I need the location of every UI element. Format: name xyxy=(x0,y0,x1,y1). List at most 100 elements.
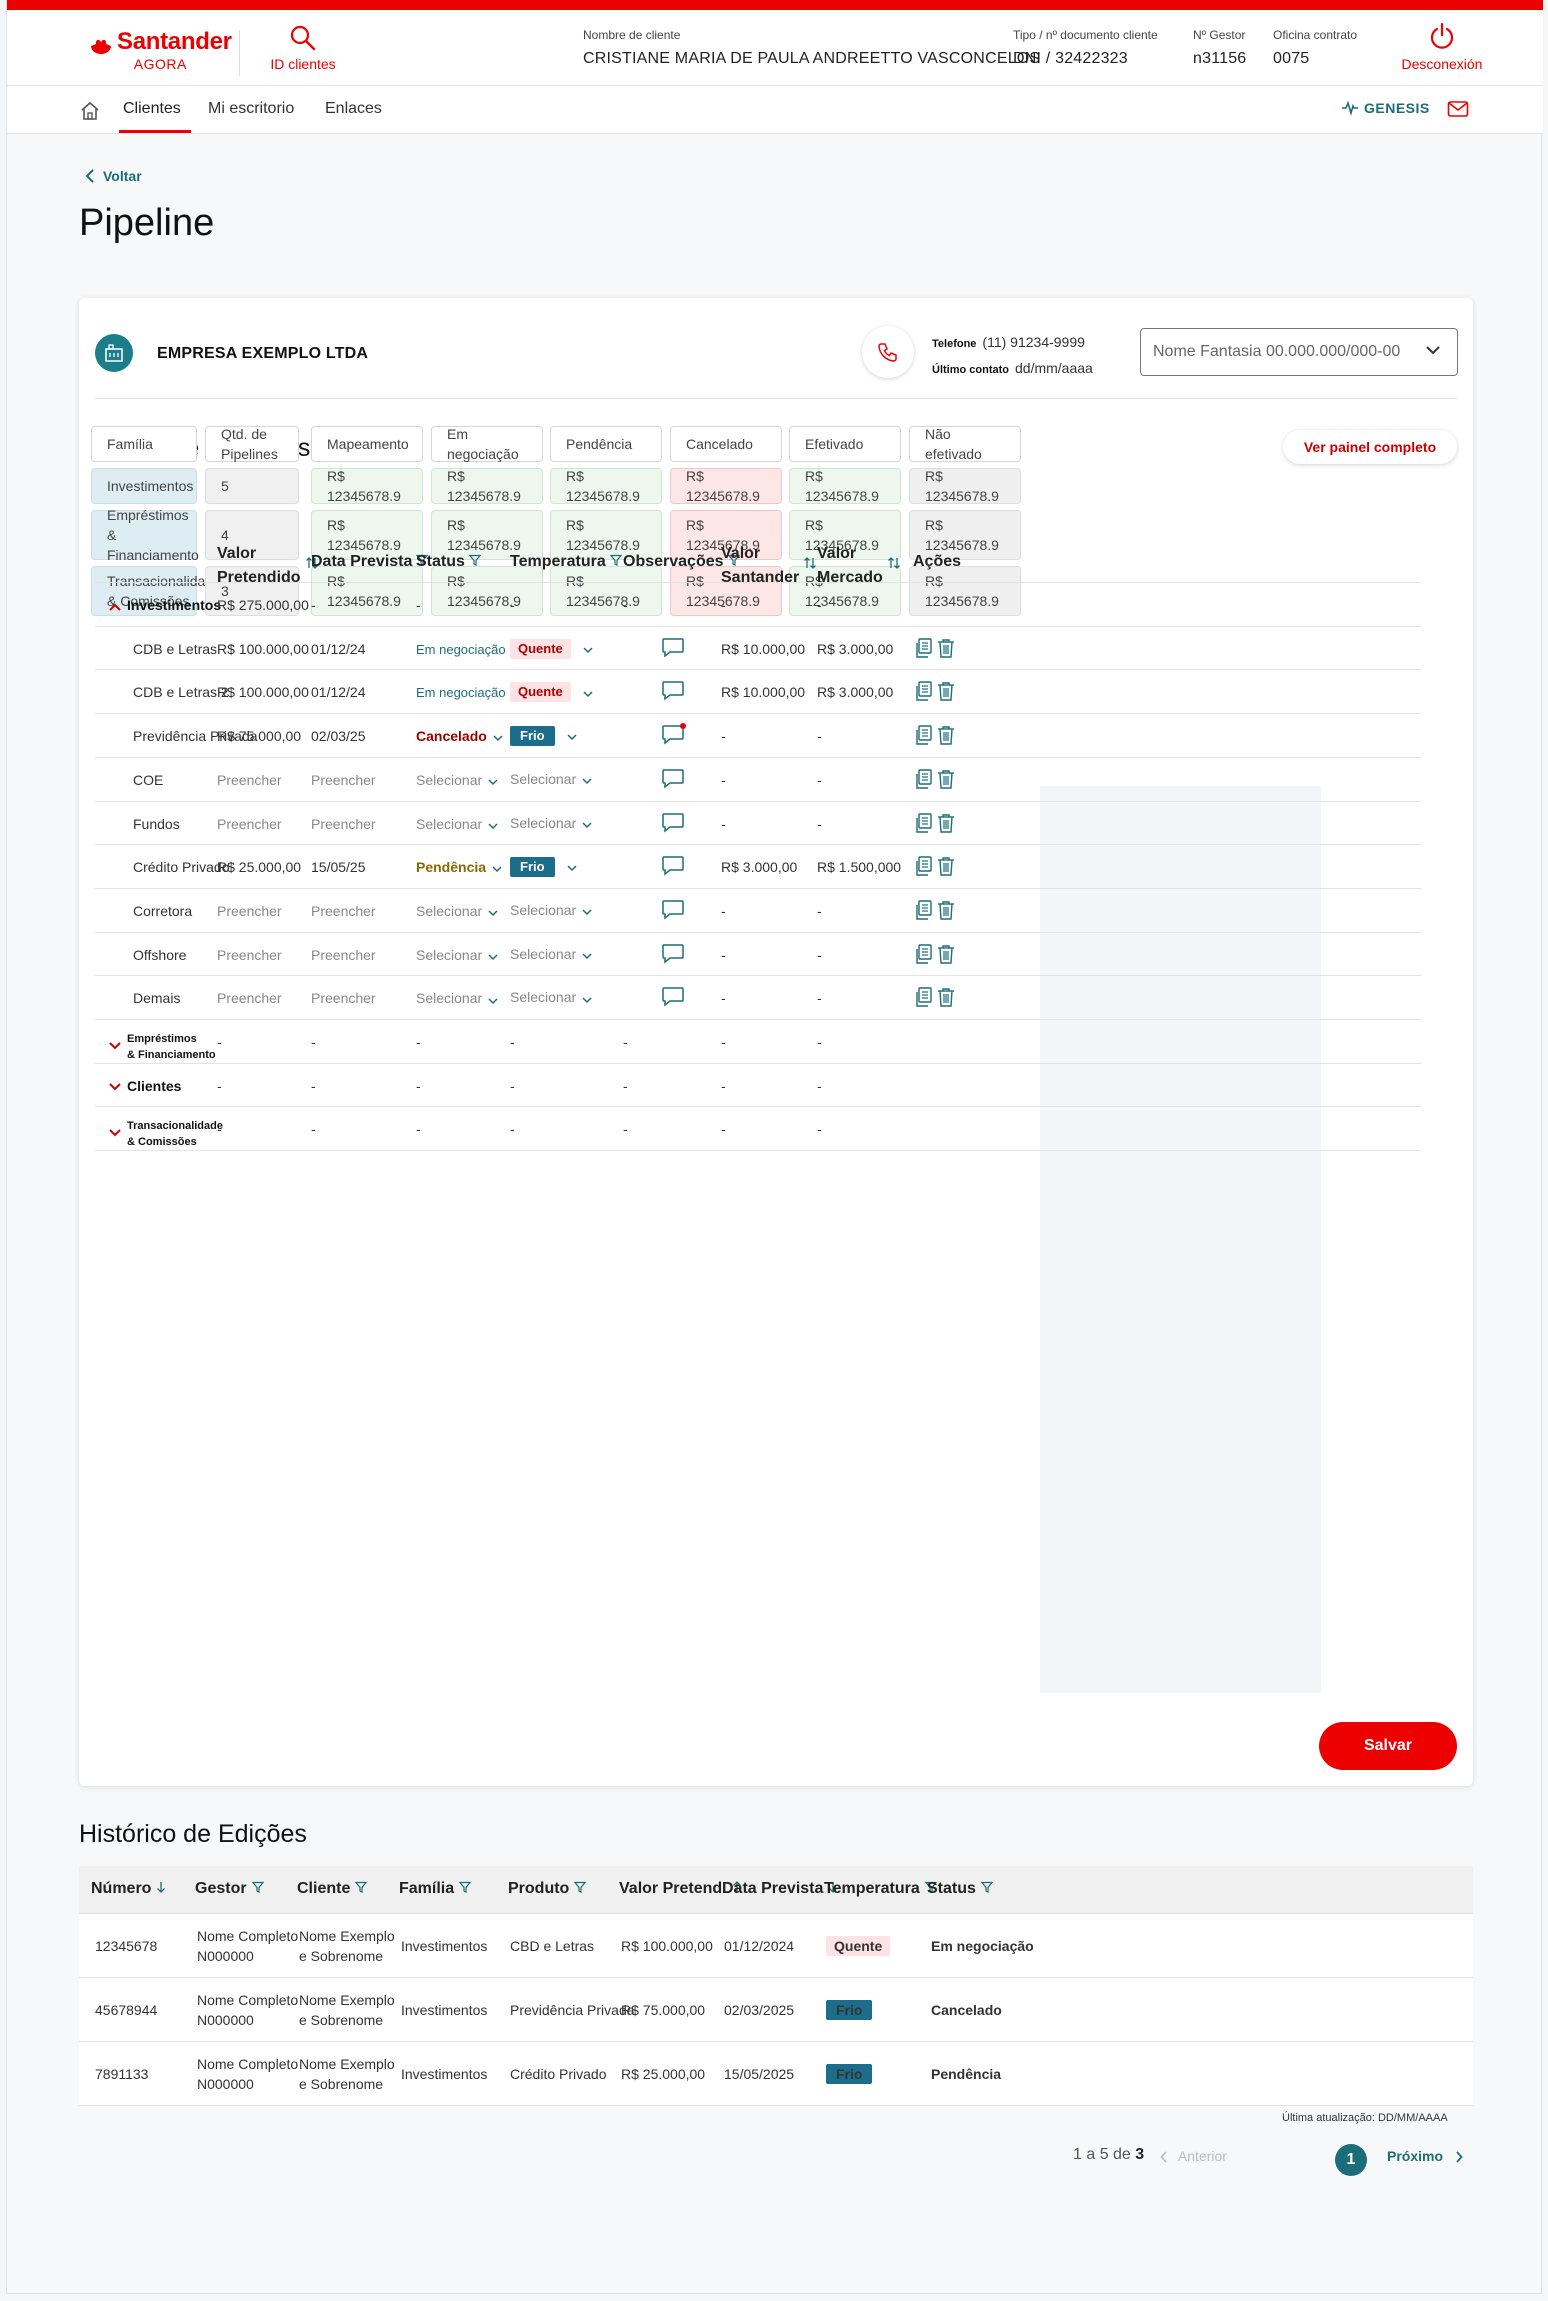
ver-painel-button[interactable]: Ver painel completo xyxy=(1283,430,1457,464)
comment-icon[interactable] xyxy=(661,768,685,795)
trash-icon[interactable] xyxy=(937,813,955,838)
comment-icon[interactable] xyxy=(661,899,685,926)
nav-item-clientes[interactable]: Clientes xyxy=(123,100,181,118)
col-temperatura[interactable]: Temperatura xyxy=(510,550,622,574)
data-prevista-input[interactable]: 02/03/25 xyxy=(311,727,366,745)
comment-icon[interactable] xyxy=(661,986,685,1013)
trash-icon[interactable] xyxy=(937,856,955,881)
panel-value-cell[interactable]: R$ 12345678.9 xyxy=(909,468,1021,504)
pager-next-button[interactable]: Próximo xyxy=(1387,2148,1463,2164)
panel-value-cell[interactable]: R$ 12345678.9 xyxy=(670,468,782,504)
back-link[interactable]: Voltar xyxy=(85,168,142,184)
copy-icon[interactable] xyxy=(915,856,933,881)
phone-button[interactable] xyxy=(862,326,914,378)
comment-notification-icon[interactable] xyxy=(661,722,687,751)
col-status[interactable]: Status xyxy=(416,550,482,574)
chevron-down-icon[interactable] xyxy=(109,1077,121,1095)
valor-pretendido-input[interactable]: R$ 100.000,00 xyxy=(217,640,309,658)
status-select[interactable]: Em negociação xyxy=(416,640,522,659)
sort-icon[interactable] xyxy=(887,554,901,578)
valor-pretendido-input[interactable]: Preencher xyxy=(217,902,282,920)
filter-icon[interactable] xyxy=(468,550,482,574)
panel-value-cell[interactable]: R$ 12345678.9 xyxy=(550,468,662,504)
home-icon[interactable] xyxy=(79,100,101,127)
col-acoes[interactable]: Ações xyxy=(913,550,961,574)
copy-icon[interactable] xyxy=(915,812,933,838)
group-row-investimentos[interactable]: Investimentos xyxy=(109,596,221,615)
temperatura-select[interactable]: Selecionar xyxy=(510,814,592,833)
data-prevista-input[interactable]: Preencher xyxy=(311,989,376,1007)
chevron-down-icon[interactable] xyxy=(109,1126,121,1142)
status-select[interactable]: Pendência xyxy=(416,858,502,877)
data-prevista-input[interactable]: Preencher xyxy=(311,946,376,964)
valor-pretendido-input[interactable]: Preencher xyxy=(217,946,282,964)
comment-icon[interactable] xyxy=(661,855,685,882)
trash-icon[interactable] xyxy=(937,769,955,794)
group-row-collapsed[interactable]: Transacionalidade & Comissões xyxy=(109,1118,223,1150)
trash-icon[interactable] xyxy=(937,900,955,925)
col-data-prevista[interactable]: Data Prevista xyxy=(311,550,429,574)
temperatura-select[interactable]: Frio xyxy=(510,857,577,878)
status-select[interactable]: Em negociação xyxy=(416,683,522,702)
history-col-header[interactable]: Produto xyxy=(508,1880,587,1898)
sort-icon[interactable] xyxy=(803,554,817,578)
status-select[interactable]: Selecionar xyxy=(416,815,498,834)
valor-pretendido-input[interactable]: Preencher xyxy=(217,815,282,833)
temperatura-select[interactable]: Frio xyxy=(510,726,577,747)
panel-value-cell[interactable]: R$ 12345678.9 xyxy=(789,468,901,504)
temperatura-select[interactable]: Selecionar xyxy=(510,901,592,920)
trash-icon[interactable] xyxy=(937,681,955,706)
history-col-header[interactable]: Temperatura xyxy=(824,1880,937,1898)
status-select[interactable]: Selecionar xyxy=(416,946,498,965)
data-prevista-input[interactable]: 01/12/24 xyxy=(311,683,366,701)
copy-icon[interactable] xyxy=(915,769,933,794)
comment-icon[interactable] xyxy=(661,637,685,664)
santander-logo[interactable]: Santander AGORA xyxy=(89,28,232,72)
valor-pretendido-input[interactable]: R$ 25.000,00 xyxy=(217,858,301,876)
comment-icon[interactable] xyxy=(661,812,685,839)
temperatura-select[interactable]: Quente xyxy=(510,682,593,703)
filter-icon[interactable] xyxy=(609,550,622,574)
chevron-up-icon[interactable] xyxy=(109,597,121,615)
comment-icon[interactable] xyxy=(661,680,685,707)
data-prevista-input[interactable]: Preencher xyxy=(311,815,376,833)
valor-pretendido-input[interactable]: Preencher xyxy=(217,771,282,789)
history-col-header[interactable]: Data Prevista xyxy=(722,1880,838,1898)
temperatura-select[interactable]: Quente xyxy=(510,638,593,659)
temperatura-select[interactable]: Selecionar xyxy=(510,988,592,1007)
mail-icon[interactable] xyxy=(1447,100,1469,123)
data-prevista-input[interactable]: 15/05/25 xyxy=(311,858,366,876)
history-col-header[interactable]: Gestor xyxy=(195,1880,264,1898)
temperatura-select[interactable]: Selecionar xyxy=(510,945,592,964)
copy-icon[interactable] xyxy=(915,637,933,663)
panel-value-cell[interactable]: R$ 12345678.9 xyxy=(431,468,543,504)
status-select[interactable]: Selecionar xyxy=(416,771,498,790)
temperatura-select[interactable]: Selecionar xyxy=(510,770,592,789)
filter-icon[interactable] xyxy=(458,1880,472,1898)
copy-icon[interactable] xyxy=(915,900,933,925)
sort-arrow-icon[interactable] xyxy=(156,1880,166,1898)
disconnect-button[interactable]: Desconexión xyxy=(1387,22,1497,72)
trash-icon[interactable] xyxy=(937,987,955,1012)
genesis-button[interactable]: GENESIS xyxy=(1341,100,1430,116)
filter-icon[interactable] xyxy=(980,1880,994,1898)
copy-icon[interactable] xyxy=(915,681,933,706)
history-col-header[interactable]: Status xyxy=(927,1880,994,1898)
valor-pretendido-input[interactable]: R$ 75.000,00 xyxy=(217,727,301,745)
trash-icon[interactable] xyxy=(937,725,955,750)
filter-icon[interactable] xyxy=(251,1880,264,1898)
valor-pretendido-input[interactable]: R$ 100.000,00 xyxy=(217,683,309,701)
group-row-collapsed[interactable]: Empréstimos & Financiamento xyxy=(109,1031,216,1063)
copy-icon[interactable] xyxy=(915,987,933,1012)
status-select[interactable]: Selecionar xyxy=(416,902,498,921)
nav-item-enlaces[interactable]: Enlaces xyxy=(325,100,382,118)
panel-value-cell[interactable]: R$ 12345678.9 xyxy=(311,468,423,504)
id-clients-button[interactable]: ID clientes xyxy=(263,24,343,72)
data-prevista-input[interactable]: Preencher xyxy=(311,771,376,789)
filter-icon[interactable] xyxy=(574,1880,587,1898)
pager-current-page[interactable]: 1 xyxy=(1335,2144,1367,2176)
data-prevista-input[interactable]: 01/12/24 xyxy=(311,640,366,658)
company-select[interactable]: Nome Fantasia 00.000.000/000-00 xyxy=(1140,328,1458,376)
nav-item-mi-escritorio[interactable]: Mi escritorio xyxy=(208,100,294,118)
save-button[interactable]: Salvar xyxy=(1319,1722,1457,1770)
